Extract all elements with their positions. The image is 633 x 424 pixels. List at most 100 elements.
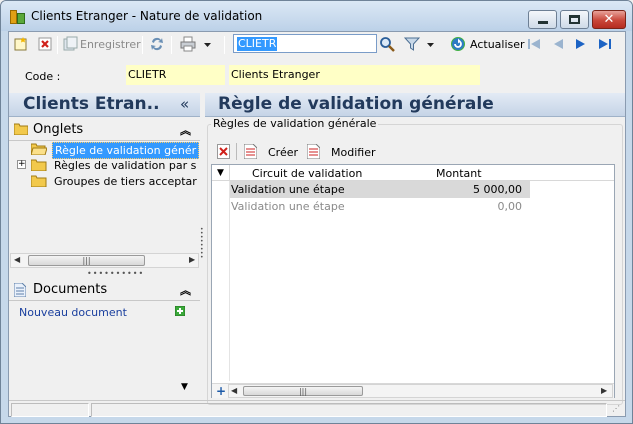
splitter-grip[interactable]: ••••••••••: [87, 269, 144, 278]
navigation-panel-title: Clients Etran..: [23, 94, 160, 114]
minimize-button[interactable]: [528, 10, 557, 29]
tree-horizontal-scrollbar[interactable]: ◀ ||| ▶: [10, 253, 199, 268]
navigation-panel-header: Clients Etran.. «: [9, 93, 200, 117]
tree-item-groupes-tiers[interactable]: Groupes de tiers acceptar: [31, 174, 201, 190]
row-gutter: [212, 181, 230, 381]
app-icon: [10, 10, 26, 24]
new-record-icon[interactable]: [13, 36, 29, 52]
navigation-panel: Clients Etran.. « Onglets ︽ Règle de val…: [9, 93, 200, 405]
scrollbar-thumb[interactable]: |||: [243, 386, 363, 396]
cell-montant: 0,00: [497, 200, 523, 213]
table-row[interactable]: Validation une étape 5 000,00: [230, 181, 530, 198]
content-panel-title: Règle de validation générale: [218, 94, 494, 114]
search-input-selection: CLIETR: [237, 37, 278, 51]
search-field[interactable]: CLIETR: [233, 34, 377, 53]
close-icon: ✕: [603, 12, 615, 27]
column-header-circuit[interactable]: Circuit de validation: [252, 167, 362, 180]
filter-icon[interactable]: [404, 36, 420, 52]
new-document-link[interactable]: Nouveau document: [19, 306, 127, 319]
table-row[interactable]: Validation une étape 0,00: [230, 198, 530, 215]
collapse-section-icon[interactable]: ︽: [180, 122, 191, 138]
add-document-icon[interactable]: [175, 306, 185, 316]
tabs-section-label: Onglets: [33, 122, 84, 137]
document-icon: [14, 283, 26, 297]
folder-open-icon: [31, 143, 47, 155]
cell-circuit: Validation une étape: [231, 200, 345, 213]
code-label: Code :: [25, 70, 61, 83]
validation-grid[interactable]: ▼ Circuit de validation Montant Validati…: [211, 164, 615, 398]
refresh-icon[interactable]: [450, 36, 466, 52]
search-icon[interactable]: [379, 36, 395, 52]
tree-item-label: Règles de validation par s: [54, 159, 197, 172]
collapse-panel-icon[interactable]: «: [180, 95, 189, 113]
scroll-right-icon[interactable]: ▶: [601, 386, 607, 395]
last-record-icon[interactable]: [597, 36, 613, 52]
cell-montant: 5 000,00: [473, 183, 522, 196]
documents-section-label: Documents: [33, 282, 108, 297]
tree-item-label: Règle de validation génér: [52, 142, 200, 159]
grid-header: ▼ Circuit de validation Montant: [212, 165, 614, 181]
next-record-icon[interactable]: [573, 36, 589, 52]
filter-chevron-down-icon[interactable]: [426, 36, 435, 52]
collapse-section-icon[interactable]: ︽: [180, 282, 191, 298]
create-button[interactable]: Créer: [268, 146, 298, 159]
vertical-splitter-grip[interactable]: • • • • • • • •: [200, 227, 204, 268]
close-button[interactable]: ✕: [592, 10, 626, 29]
window-title: Clients Etranger - Nature de validation: [31, 9, 263, 23]
maximize-icon: [569, 15, 580, 24]
tabs-section-header[interactable]: Onglets ︽: [9, 119, 200, 141]
resize-grip-icon[interactable]: ⋰: [612, 404, 620, 413]
folder-icon: [14, 123, 28, 135]
tree-item-regle-generale[interactable]: Règle de validation génér: [31, 142, 201, 159]
delete-icon[interactable]: [37, 36, 53, 52]
add-row-icon[interactable]: +: [216, 384, 226, 398]
column-header-montant[interactable]: Montant: [436, 167, 482, 180]
main-toolbar: Enregistrer CLIETR Actualiser: [9, 32, 625, 57]
refresh-button[interactable]: Actualiser: [470, 38, 525, 51]
chevron-down-icon[interactable]: [203, 36, 212, 52]
group-box-title: Règles de validation générale: [211, 117, 379, 130]
chevron-down-icon[interactable]: ▼: [181, 382, 188, 392]
tree-item-regles-par-site[interactable]: Règles de validation par s: [31, 158, 201, 174]
code-field[interactable]: CLIETR: [126, 65, 225, 85]
grid-toolbar: Créer Modifier: [211, 141, 615, 163]
toolbar-separator: [171, 36, 172, 54]
create-icon[interactable]: [244, 144, 257, 159]
toolbar-separator: [142, 36, 143, 54]
save-icon[interactable]: [62, 36, 78, 52]
previous-record-icon[interactable]: [550, 36, 566, 52]
client-area: Enregistrer CLIETR Actualiser Code: CLI…: [8, 31, 626, 417]
scroll-left-icon[interactable]: ◀: [14, 255, 20, 264]
application-window: Clients Etranger - Nature de validation …: [0, 0, 633, 424]
documents-section-header[interactable]: Documents ︽: [9, 279, 200, 301]
toolbar-separator: [57, 36, 58, 54]
scroll-right-icon[interactable]: ▶: [189, 255, 195, 264]
minimize-icon: [537, 21, 548, 24]
status-bar: ⋰: [9, 400, 625, 418]
row-selector-header-icon[interactable]: ▼: [212, 165, 230, 181]
grid-footer: + ◀ ||| ▶: [212, 383, 614, 398]
folder-icon: [31, 159, 47, 171]
cell-circuit: Validation une étape: [231, 183, 345, 196]
toolbar-separator: [236, 143, 237, 160]
scrollbar-thumb[interactable]: |||: [28, 255, 145, 266]
expand-icon[interactable]: +: [17, 160, 26, 169]
maximize-button[interactable]: [560, 10, 589, 29]
grid-horizontal-scrollbar[interactable]: ◀ ||| ▶: [228, 384, 613, 398]
status-pane: [11, 403, 89, 417]
tree-item-label: Groupes de tiers acceptar: [54, 175, 197, 188]
modify-icon[interactable]: [307, 144, 320, 159]
delete-row-icon[interactable]: [217, 144, 230, 159]
print-icon[interactable]: [180, 36, 196, 52]
save-button[interactable]: Enregistrer: [80, 38, 141, 51]
name-field[interactable]: Clients Etranger: [229, 65, 480, 85]
record-header: Code : CLIETR Clients Etranger: [9, 62, 625, 88]
content-panel-header: Règle de validation générale: [205, 93, 625, 117]
title-bar[interactable]: Clients Etranger - Nature de validation …: [1, 1, 632, 31]
scroll-left-icon[interactable]: ◀: [231, 386, 237, 395]
content-panel: Règle de validation générale Règles de v…: [205, 93, 625, 405]
sync-icon[interactable]: [149, 36, 165, 52]
modify-button[interactable]: Modifier: [331, 146, 375, 159]
folder-icon: [31, 175, 47, 187]
first-record-icon[interactable]: [526, 36, 542, 52]
